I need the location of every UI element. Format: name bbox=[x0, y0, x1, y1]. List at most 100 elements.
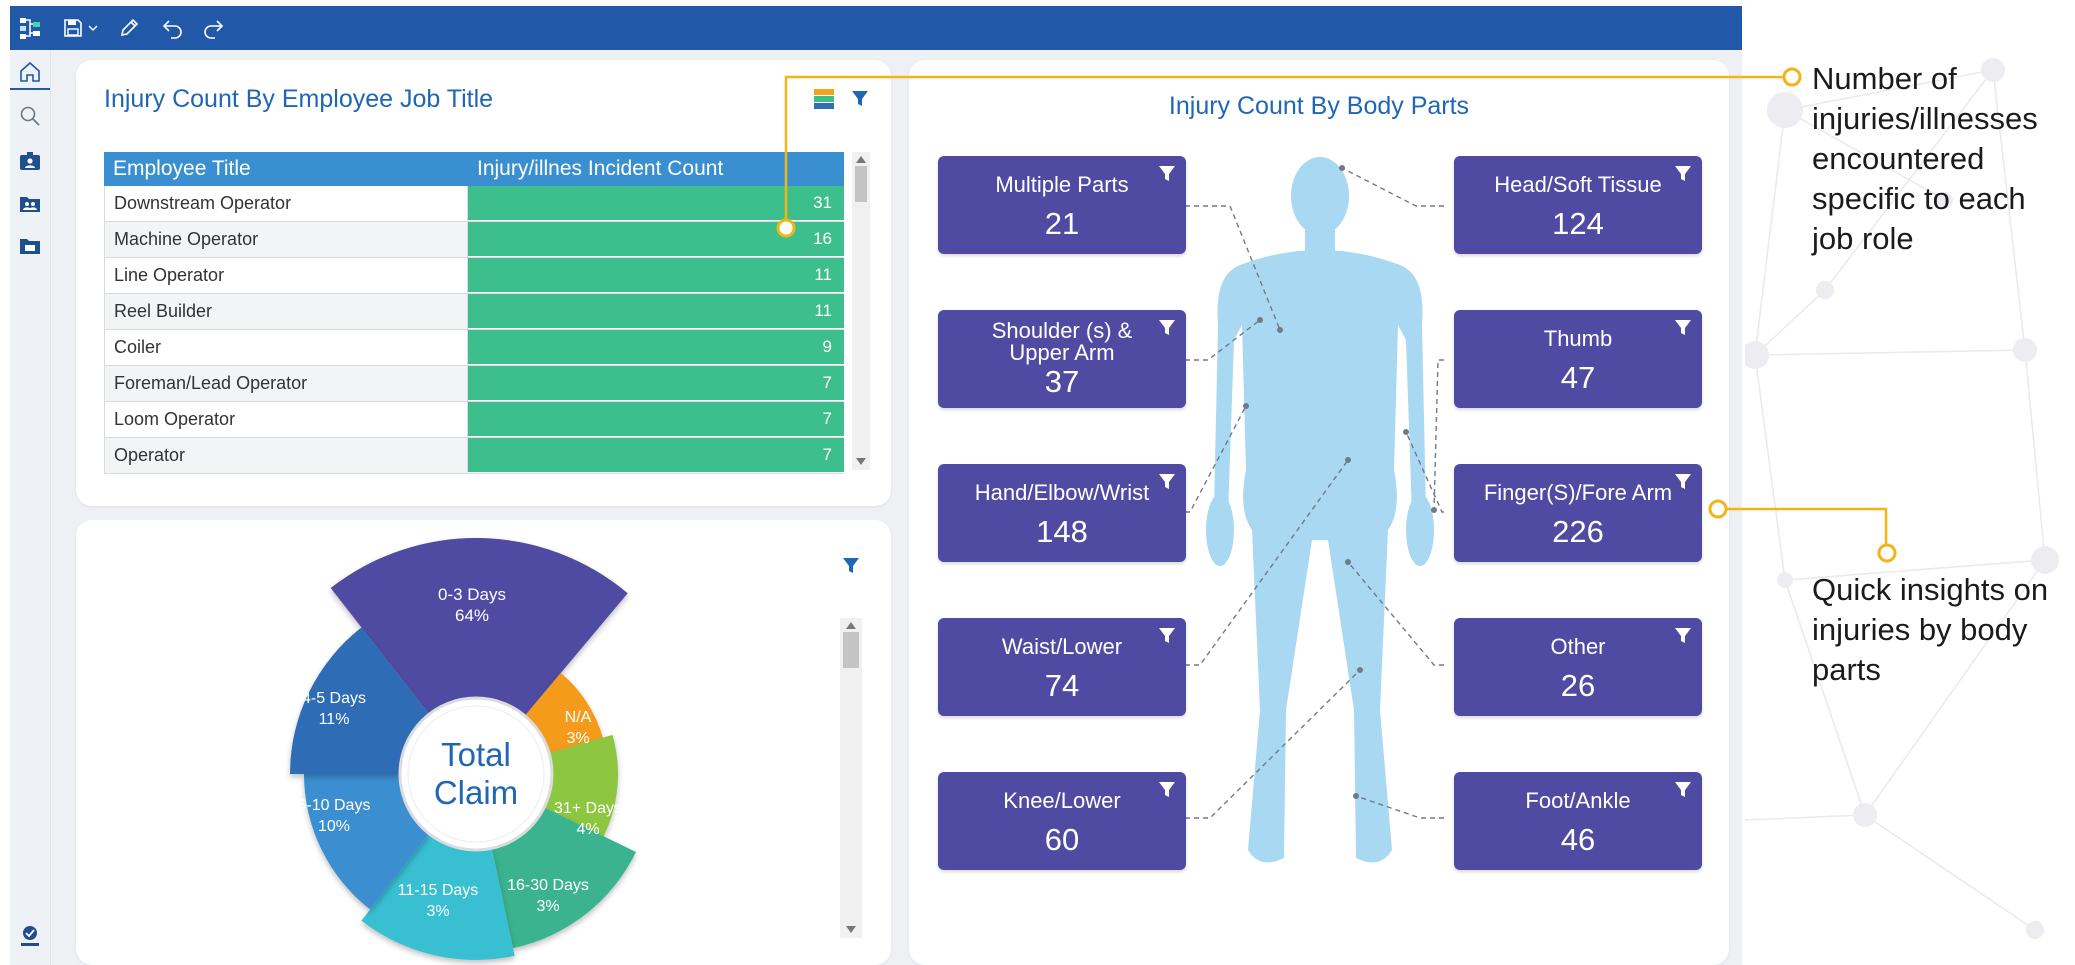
employee-title: Operator bbox=[104, 438, 468, 473]
employee-title: Downstream Operator bbox=[104, 186, 468, 221]
filter-icon[interactable] bbox=[1158, 781, 1176, 799]
table-row[interactable]: Machine Operator 16 bbox=[104, 222, 844, 258]
employee-title: Foreman/Lead Operator bbox=[104, 366, 468, 401]
employee-title: Machine Operator bbox=[104, 222, 468, 257]
donut-segment-label: 4-5 Days bbox=[302, 690, 366, 707]
body-part-card-finger-fore-arm[interactable]: Finger(S)/Fore Arm 226 bbox=[1454, 464, 1702, 562]
filter-icon[interactable] bbox=[1158, 627, 1176, 645]
body-part-card-hand-elbow-wrist[interactable]: Hand/Elbow/Wrist 148 bbox=[938, 464, 1186, 562]
group-folder-icon[interactable] bbox=[10, 188, 50, 220]
body-part-label: Shoulder (s) & Upper Arm bbox=[991, 318, 1133, 365]
employee-title: Loom Operator bbox=[104, 402, 468, 437]
body-part-card-head-soft-tissue[interactable]: Head/Soft Tissue 124 bbox=[1454, 156, 1702, 254]
redo-icon[interactable] bbox=[198, 6, 228, 50]
body-part-label: Finger(S)/Fore Arm bbox=[1483, 480, 1673, 505]
chart-scrollbar[interactable] bbox=[840, 618, 862, 938]
table-scrollbar[interactable] bbox=[852, 152, 870, 470]
scroll-down-icon[interactable] bbox=[846, 926, 856, 933]
scrollbar-thumb[interactable] bbox=[843, 632, 859, 668]
body-part-card-other[interactable]: Other 26 bbox=[1454, 618, 1702, 716]
search-icon[interactable] bbox=[10, 100, 50, 132]
table-row[interactable]: Coiler 9 bbox=[104, 330, 844, 366]
body-part-value: 37 bbox=[1044, 364, 1080, 399]
filter-icon[interactable] bbox=[1674, 319, 1692, 337]
body-part-card-multiple-parts[interactable]: Multiple Parts 21 bbox=[938, 156, 1186, 254]
donut-segment-label: 16-30 Days bbox=[507, 877, 589, 894]
filter-icon[interactable] bbox=[1674, 781, 1692, 799]
table-row[interactable]: Line Operator 11 bbox=[104, 258, 844, 294]
filter-icon[interactable] bbox=[1674, 473, 1692, 491]
user-badge-icon[interactable] bbox=[10, 920, 50, 952]
scroll-up-icon[interactable] bbox=[856, 156, 866, 163]
filter-icon[interactable] bbox=[1158, 165, 1176, 183]
table-row[interactable]: Loom Operator 7 bbox=[104, 402, 844, 438]
donut-segment-label: 6-10 Days bbox=[298, 797, 371, 814]
employee-title: Line Operator bbox=[104, 258, 468, 293]
body-part-card-knee-lower[interactable]: Knee/Lower 60 bbox=[938, 772, 1186, 870]
incident-count: 11 bbox=[468, 294, 844, 329]
home-icon[interactable] bbox=[10, 56, 50, 90]
table-row[interactable]: Operator 7 bbox=[104, 438, 844, 474]
body-part-value: 74 bbox=[1044, 668, 1080, 703]
edit-pencil-icon[interactable] bbox=[114, 6, 144, 50]
undo-icon[interactable] bbox=[158, 6, 188, 50]
filter-icon[interactable] bbox=[842, 557, 860, 580]
body-parts-card-title: Injury Count By Body Parts bbox=[1168, 92, 1470, 120]
body-part-value: 148 bbox=[1036, 514, 1088, 549]
donut-segment-label: 31+ Days bbox=[554, 800, 622, 817]
donut-segment-percent: 64% bbox=[455, 606, 489, 625]
body-part-card-thumb[interactable]: Thumb 47 bbox=[1454, 310, 1702, 408]
body-part-label: Foot/Ankle bbox=[1525, 788, 1631, 813]
callout-job-role: Number of injuries/illnesses encountered… bbox=[1812, 61, 2038, 256]
filter-icon[interactable] bbox=[1674, 165, 1692, 183]
claim-duration-donut: 0-3 Days 64% N/A 3% 31+ Days 4% 16-30 Days 3% 11… bbox=[290, 538, 636, 960]
incident-count: 16 bbox=[468, 222, 844, 257]
job-title-card-title: Injury Count By Employee Job Title bbox=[104, 85, 494, 113]
scroll-up-icon[interactable] bbox=[846, 622, 856, 629]
body-part-card-shoulder-upper-arm[interactable]: Shoulder (s) & Upper Arm 37 bbox=[938, 310, 1186, 408]
donut-segment-percent: 3% bbox=[426, 903, 449, 920]
contact-card-icon[interactable] bbox=[10, 146, 50, 178]
table-row[interactable]: Reel Builder 11 bbox=[104, 294, 844, 330]
body-part-label: Hand/Elbow/Wrist bbox=[974, 480, 1150, 505]
save-icon[interactable] bbox=[60, 6, 86, 50]
body-part-card-waist-lower[interactable]: Waist/Lower 74 bbox=[938, 618, 1186, 716]
donut-segment-percent: 3% bbox=[536, 898, 559, 915]
table-row[interactable]: Foreman/Lead Operator 7 bbox=[104, 366, 844, 402]
incident-count: 7 bbox=[468, 402, 844, 437]
incident-count: 11 bbox=[468, 258, 844, 293]
incident-count: 7 bbox=[468, 438, 844, 473]
body-part-label: Thumb bbox=[1543, 326, 1613, 351]
employee-title: Coiler bbox=[104, 330, 468, 365]
body-part-value: 21 bbox=[1044, 206, 1080, 241]
filter-icon[interactable] bbox=[1158, 473, 1176, 491]
app-logo-icon[interactable] bbox=[16, 6, 46, 50]
dropdown-caret-icon[interactable] bbox=[86, 6, 100, 50]
body-part-value: 60 bbox=[1044, 822, 1080, 857]
table-header: Employee Title Injury/illnes Incident Co… bbox=[104, 152, 844, 186]
scrollbar-thumb[interactable] bbox=[855, 166, 867, 202]
callout-body-parts: Quick insights on injuries by body parts bbox=[1812, 572, 2049, 687]
donut-segment-label: N/A bbox=[565, 709, 592, 726]
body-part-value: 46 bbox=[1560, 822, 1596, 857]
scroll-down-icon[interactable] bbox=[856, 458, 866, 465]
table-row[interactable]: Downstream Operator 31 bbox=[104, 186, 844, 222]
job-title-table: Employee Title Injury/illnes Incident Co… bbox=[104, 152, 844, 474]
body-part-label: Head/Soft Tissue bbox=[1494, 172, 1662, 197]
body-part-label: Knee/Lower bbox=[1003, 788, 1121, 813]
donut-segment-percent: 10% bbox=[318, 818, 350, 835]
filter-icon[interactable] bbox=[1674, 627, 1692, 645]
column-header-count[interactable]: Injury/illnes Incident Count bbox=[468, 152, 844, 186]
filter-icon[interactable] bbox=[851, 90, 869, 113]
filter-icon[interactable] bbox=[1158, 319, 1176, 337]
body-part-connectors bbox=[1180, 165, 1444, 819]
incident-count: 9 bbox=[468, 330, 844, 365]
column-header-title[interactable]: Employee Title bbox=[104, 152, 468, 186]
donut-segment-percent: 3% bbox=[566, 730, 589, 747]
body-part-value: 226 bbox=[1552, 514, 1604, 549]
body-part-label: Waist/Lower bbox=[1001, 634, 1123, 659]
body-part-card-foot-ankle[interactable]: Foot/Ankle 46 bbox=[1454, 772, 1702, 870]
folder-icon[interactable] bbox=[10, 230, 50, 262]
incident-count: 7 bbox=[468, 366, 844, 401]
chart-type-icon[interactable] bbox=[813, 88, 835, 115]
